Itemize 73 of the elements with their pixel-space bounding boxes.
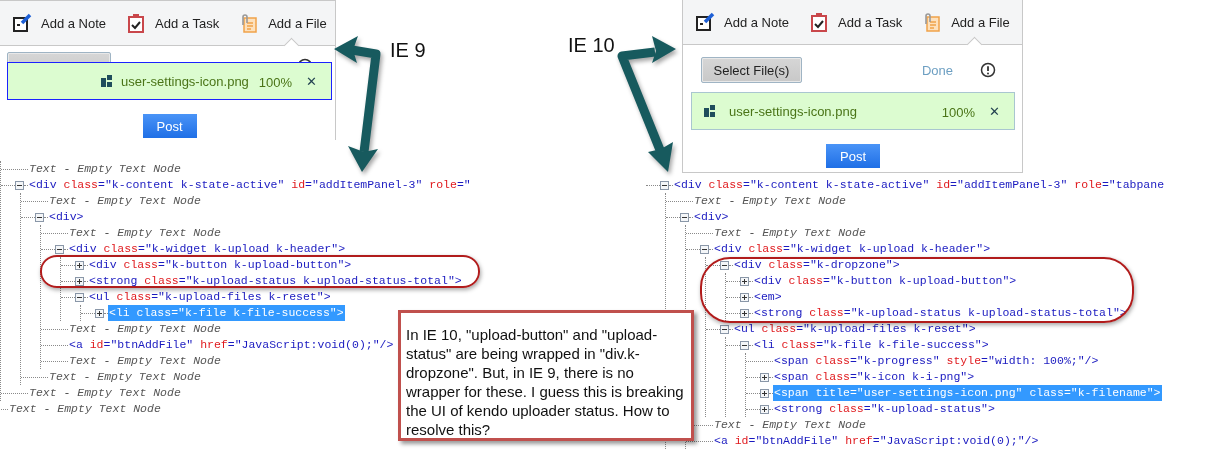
- image-file-icon: [100, 75, 113, 87]
- collapse-icon[interactable]: [720, 260, 729, 270]
- expand-icon[interactable]: [760, 372, 769, 382]
- file-name: user-settings-icon.png: [729, 103, 858, 119]
- element-node[interactable]: <div class="k-widget k-upload k-header">: [68, 241, 347, 257]
- text-node[interactable]: Text - Empty Text Node: [68, 321, 222, 337]
- element-node[interactable]: <strong class="k-upload-status">: [773, 401, 996, 417]
- element-node[interactable]: <div class="k-dropzone">: [733, 257, 901, 273]
- upload-percent: 100%: [258, 75, 293, 90]
- expand-icon[interactable]: [75, 276, 84, 286]
- image-file-icon: [704, 105, 716, 117]
- element-node[interactable]: <div class="k-widget k-upload k-header">: [713, 241, 992, 257]
- remove-button[interactable]: ✕: [989, 103, 1000, 119]
- text-node[interactable]: Text - Empty Text Node: [28, 161, 182, 177]
- expand-icon[interactable]: [740, 276, 749, 286]
- tab[interactable]: Add a Task: [126, 1, 220, 45]
- text-node[interactable]: Text - Empty Text Node: [8, 401, 162, 417]
- callout-note: In IE 10, "upload-button" and "upload-status" are being wrapped in "div.k-dropzone". But, in IE 9, there is no wrapper for these. I guess this is breaking the UI of kendo uploader status. How to resolve this?: [398, 310, 694, 441]
- text-node[interactable]: Text - Empty Text Node: [68, 353, 222, 369]
- browser-label: IE 9: [390, 39, 426, 62]
- text-node[interactable]: Text - Empty Text Node: [693, 193, 847, 209]
- file-name: user-settings-icon.png: [120, 73, 249, 89]
- text-node[interactable]: Text - Empty Text Node: [713, 417, 867, 433]
- document-clip-icon: [922, 12, 943, 32]
- collapse-icon[interactable]: [75, 292, 84, 302]
- element-node[interactable]: <li class="k-file k-file-success">: [753, 337, 990, 353]
- collapse-icon[interactable]: [35, 212, 44, 222]
- expand-icon[interactable]: [740, 308, 749, 318]
- element-node[interactable]: <strong class="k-upload-status k-upload-status-total">: [753, 305, 1128, 321]
- text-node[interactable]: Text - Empty Text Node: [48, 369, 202, 385]
- collapse-icon[interactable]: [680, 212, 689, 222]
- element-node[interactable]: <div>: [48, 209, 85, 225]
- post-button[interactable]: Post: [142, 114, 197, 138]
- element-node[interactable]: <em>: [753, 289, 783, 305]
- element-node[interactable]: <div class="k-content k-state-active" id="addItemPanel-3" role=": [28, 177, 472, 193]
- expand-icon[interactable]: [740, 292, 749, 302]
- element-node[interactable]: <ul class="k-upload-files k-reset">: [733, 321, 977, 337]
- element-node[interactable]: <div class="k-button k-upload-button">: [753, 273, 1018, 289]
- text-node[interactable]: Text - Empty Text Node: [68, 225, 222, 241]
- expand-icon[interactable]: [760, 388, 769, 398]
- text-node[interactable]: Text - Empty Text Node: [48, 193, 202, 209]
- expand-icon[interactable]: [760, 404, 769, 414]
- text-node[interactable]: Text - Empty Text Node: [28, 385, 182, 401]
- clipboard-check-icon: [126, 13, 147, 33]
- collapse-icon[interactable]: [720, 324, 729, 334]
- element-node[interactable]: <ul class="k-upload-files k-reset">: [88, 289, 332, 305]
- tab[interactable]: Add a Note: [695, 0, 790, 44]
- remove-button[interactable]: ✕: [306, 73, 317, 89]
- select-files-button[interactable]: Select File(s): [701, 57, 802, 83]
- expand-icon[interactable]: [95, 308, 104, 318]
- help-icon[interactable]: [980, 62, 996, 78]
- collapse-icon[interactable]: [700, 244, 709, 254]
- tab[interactable]: Add a Note: [12, 1, 107, 45]
- element-node[interactable]: <div class="k-button k-upload-button">: [88, 257, 353, 273]
- collapse-icon[interactable]: [660, 180, 669, 190]
- element-node[interactable]: <span class="k-icon k-i-png">: [773, 369, 976, 385]
- collapse-icon[interactable]: [740, 340, 749, 350]
- element-node[interactable]: <div class="k-content k-state-active" id="addItemPanel-3" role="tabpane: [673, 177, 1166, 193]
- element-node[interactable]: <div>: [693, 209, 730, 225]
- element-node[interactable]: <a id="btnAddFile" href="JavaScript:void(0);"/>: [68, 337, 395, 353]
- browser-label: IE 10: [568, 34, 615, 57]
- post-button[interactable]: Post: [826, 144, 880, 168]
- clipboard-check-icon: [809, 12, 830, 32]
- element-node[interactable]: <span class="k-progress" style="width: 100%;"/>: [773, 353, 1100, 369]
- collapse-icon[interactable]: [55, 244, 64, 254]
- element-node[interactable]: <strong class="k-upload-status k-upload-status-total">: [88, 273, 463, 289]
- element-node[interactable]: <a id="btnAddFile" href="JavaScript:void(0);"/>: [713, 433, 1040, 449]
- text-node[interactable]: Text - Empty Text Node: [713, 225, 867, 241]
- upload-percent: 100%: [941, 105, 976, 120]
- expand-icon[interactable]: [75, 260, 84, 270]
- document-clip-icon: [239, 13, 260, 33]
- tab[interactable]: Add a Task: [809, 0, 903, 44]
- collapse-icon[interactable]: [15, 180, 24, 190]
